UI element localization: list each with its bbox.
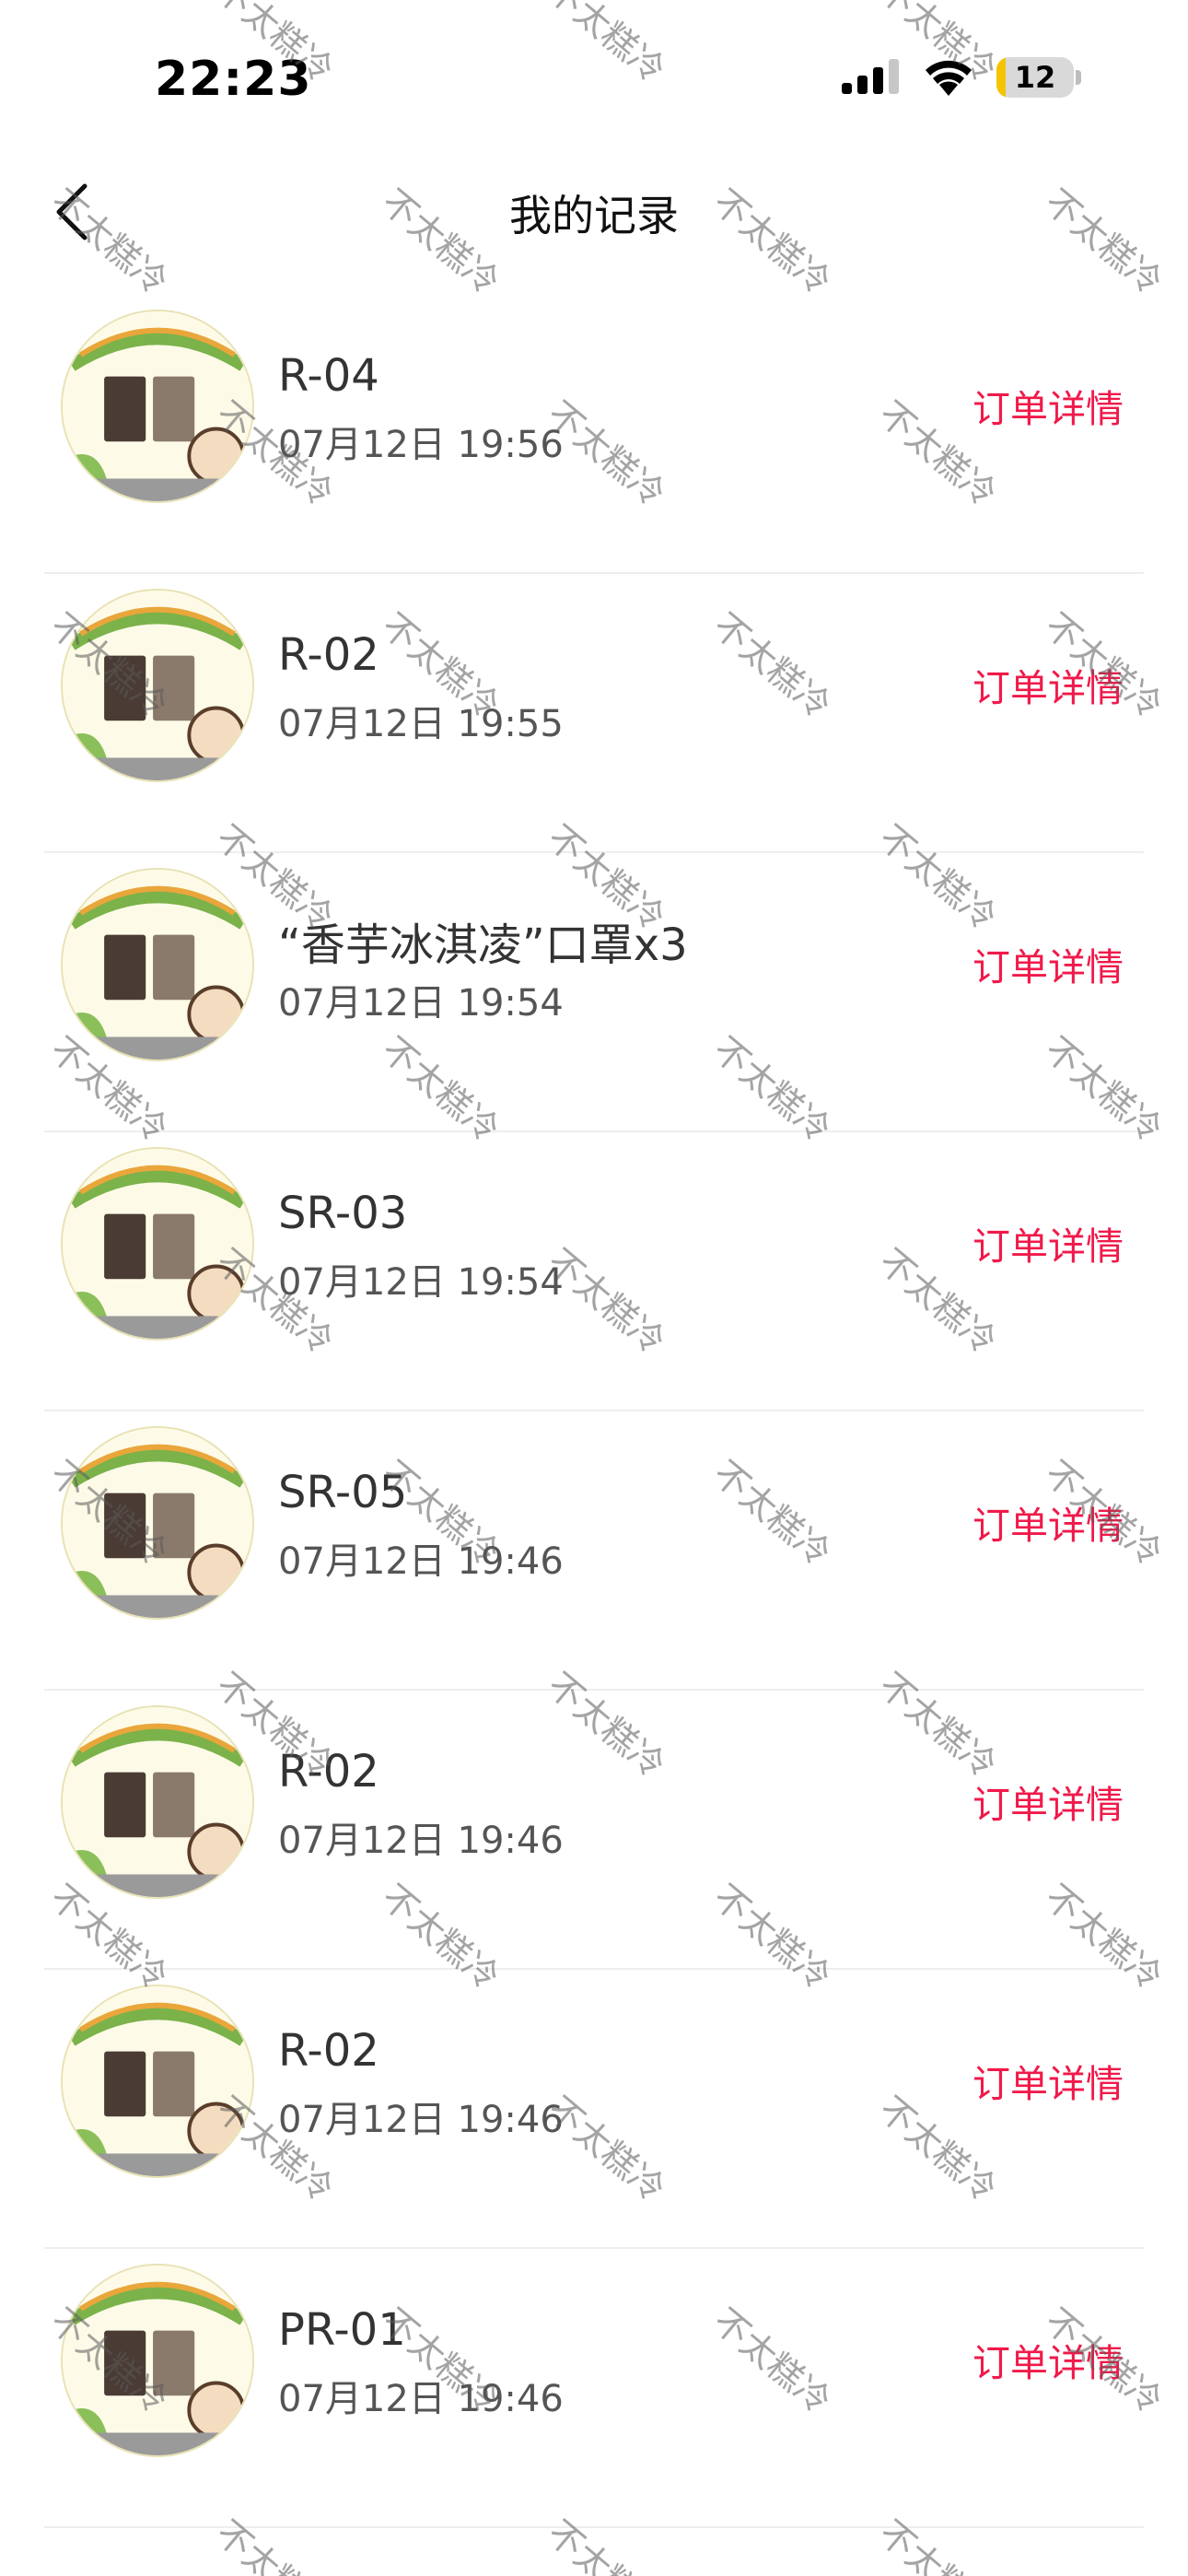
record-row: R-02 07月12日 19:46 订单详情	[0, 1691, 1188, 1970]
wifi-icon	[926, 60, 972, 96]
item-time: 07月12日 19:46	[278, 2378, 564, 2420]
record-row: R-02 07月12日 19:55 订单详情	[0, 574, 1188, 853]
product-thumbnail	[61, 1705, 254, 1899]
order-details-link[interactable]: 订单详情	[973, 1494, 1124, 1550]
item-time: 07月12日 19:46	[278, 1820, 564, 1862]
item-name: R-02	[278, 2025, 379, 2077]
item-name: R-02	[278, 1746, 379, 1797]
item-time: 07月12日 19:54	[278, 1261, 564, 1304]
product-thumbnail	[61, 310, 254, 503]
order-details-link[interactable]: 订单详情	[973, 657, 1124, 712]
record-row: R-04 07月12日 19:56 订单详情	[0, 295, 1188, 574]
nav-bar: 我的记录	[0, 157, 1188, 267]
status-bar: 22:23 12	[0, 0, 1188, 157]
product-thumbnail	[61, 589, 254, 782]
record-row: SR-05 07月12日 19:46 订单详情	[0, 1411, 1188, 1691]
record-row: R-02 07月12日 19:46 订单详情	[0, 1970, 1188, 2249]
record-row: PR-01 07月12日 19:46 订单详情	[0, 2249, 1188, 2528]
order-details-link[interactable]: 订单详情	[973, 2332, 1124, 2387]
page-title: 我的记录	[509, 191, 679, 240]
order-details-link[interactable]: 订单详情	[973, 1774, 1124, 1829]
item-name: SR-05	[278, 1467, 408, 1518]
product-thumbnail	[61, 868, 254, 1061]
product-thumbnail	[61, 1985, 254, 2178]
battery-icon: 12	[996, 57, 1081, 98]
item-name: R-02	[278, 629, 379, 681]
item-time: 07月12日 19:46	[278, 2099, 564, 2141]
status-time: 22:23	[155, 52, 312, 107]
cellular-signal-icon	[842, 59, 899, 94]
item-time: 07月12日 19:46	[278, 1540, 564, 1583]
record-row: SR-03 07月12日 19:54 订单详情	[0, 1132, 1188, 1411]
row-divider	[44, 2526, 1144, 2528]
item-time: 07月12日 19:55	[278, 703, 564, 745]
item-name: R-04	[278, 350, 379, 402]
item-time: 07月12日 19:54	[278, 982, 564, 1025]
product-thumbnail	[61, 2264, 254, 2457]
order-details-link[interactable]: 订单详情	[973, 2053, 1124, 2108]
order-details-link[interactable]: 订单详情	[973, 936, 1124, 991]
battery-percentage: 12	[1014, 60, 1056, 95]
order-details-link[interactable]: 订单详情	[973, 1215, 1124, 1270]
item-name: SR-03	[278, 1188, 408, 1239]
item-time: 07月12日 19:56	[278, 424, 564, 466]
order-details-link[interactable]: 订单详情	[973, 378, 1124, 433]
product-thumbnail	[61, 1147, 254, 1341]
product-thumbnail	[61, 1426, 254, 1620]
record-row: “香芋冰淇凌”口罩x3 07月12日 19:54 订单详情	[0, 853, 1188, 1132]
record-list: R-04 07月12日 19:56 订单详情 R-02 07月12日 19:55…	[0, 295, 1188, 2528]
item-name: “香芋冰淇凌”口罩x3	[278, 919, 688, 971]
item-name: PR-01	[278, 2304, 406, 2356]
